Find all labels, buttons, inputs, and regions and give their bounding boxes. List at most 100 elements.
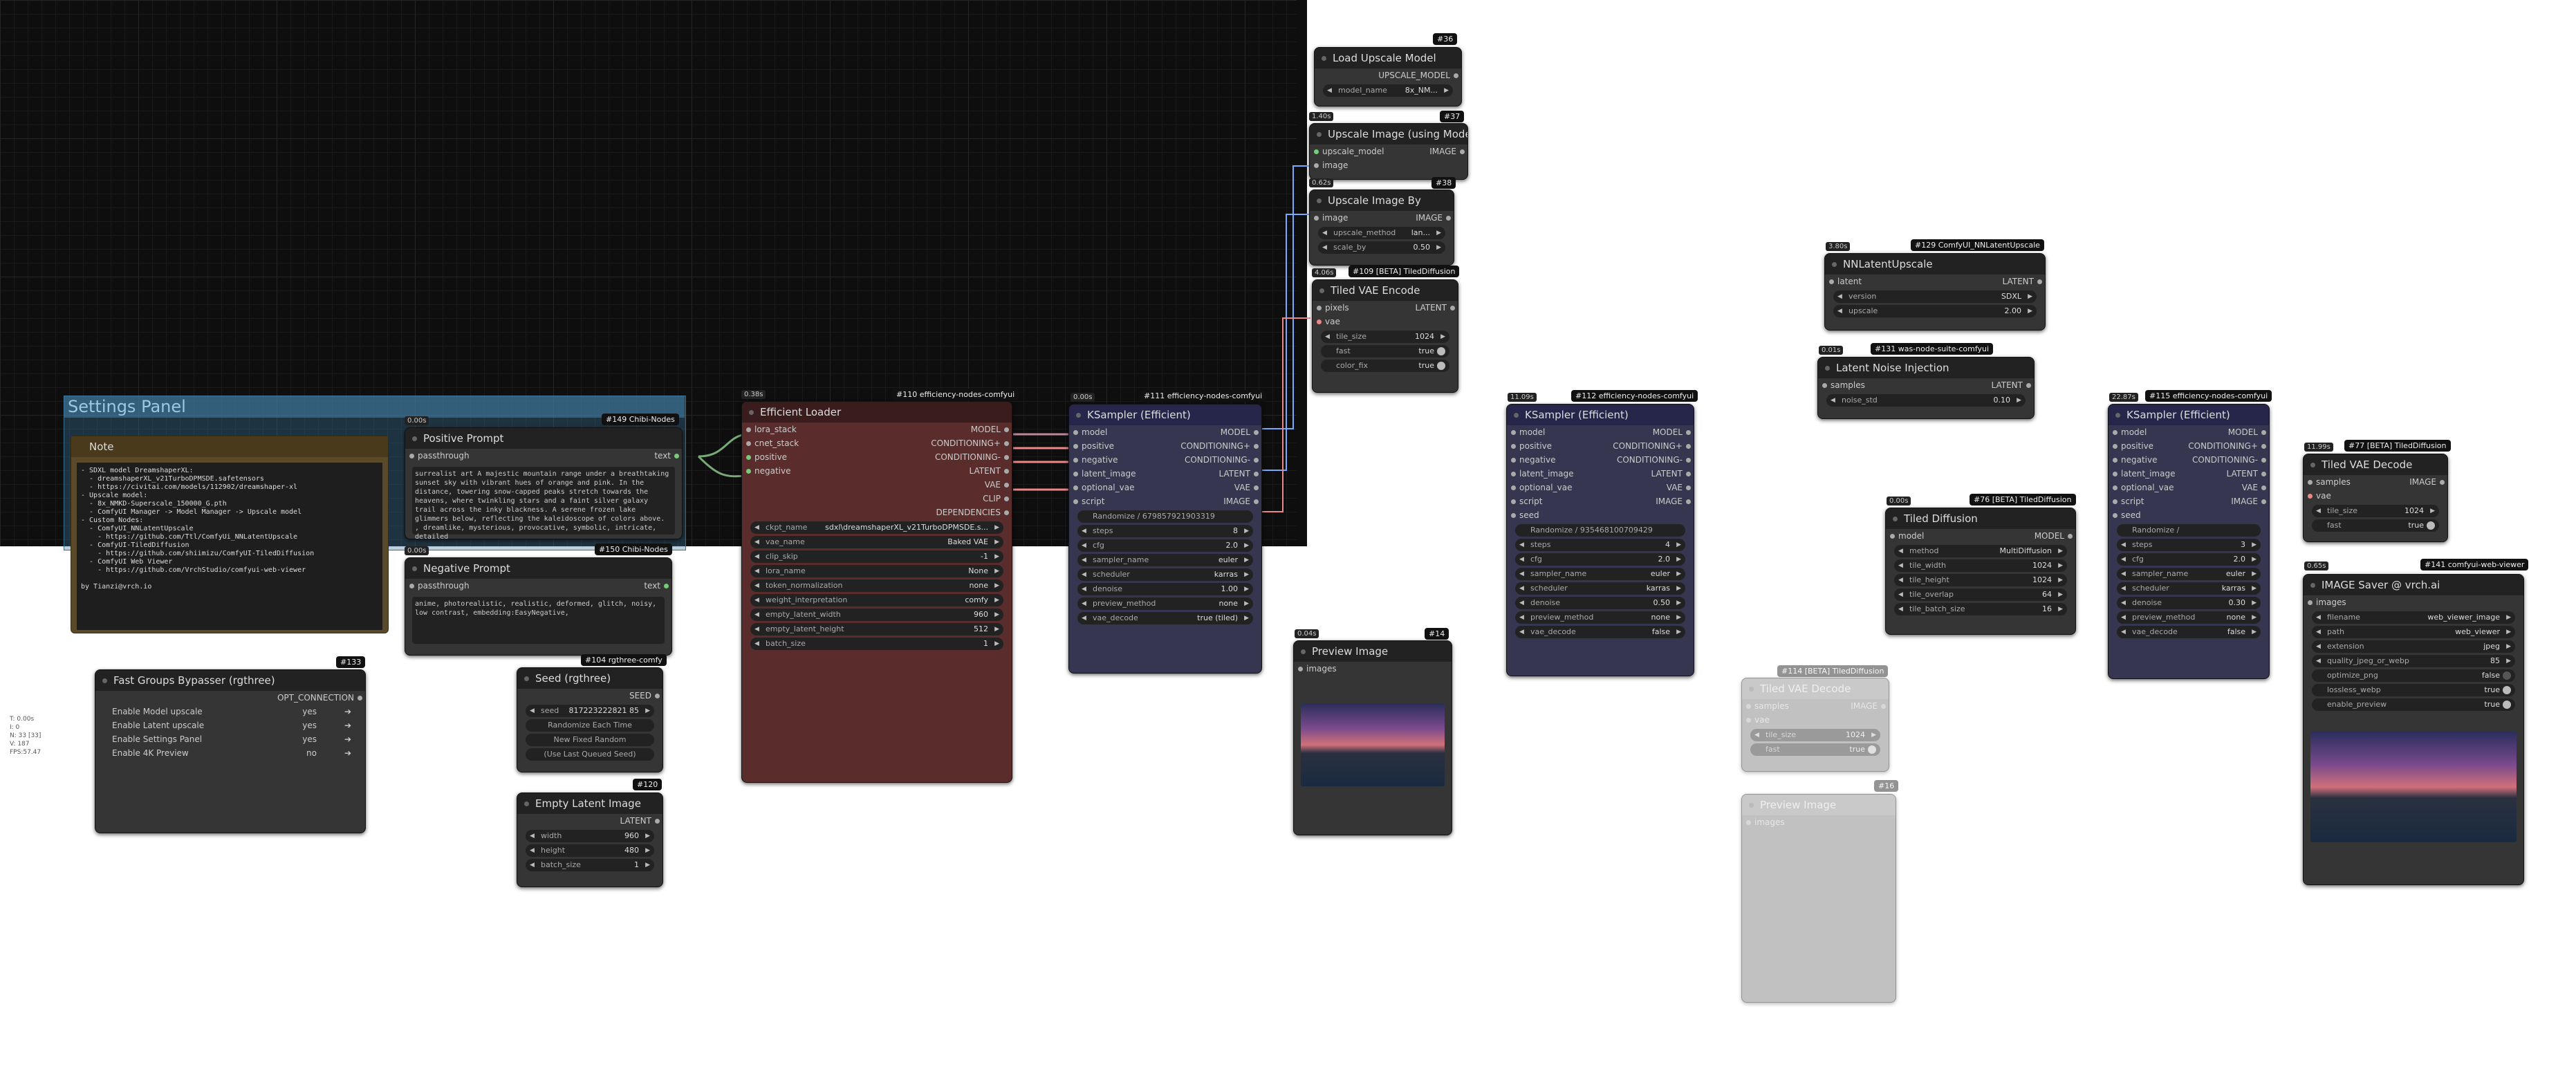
tiled-vae-decode-node[interactable]: Tiled VAE Decode samplesIMAGE vae tile_s… <box>2303 454 2448 542</box>
use-last-seed-button[interactable]: (Use Last Queued Seed) <box>526 748 654 761</box>
upscale-model-name[interactable]: model_name8x_NM... <box>1323 84 1453 97</box>
ks2-sampler[interactable]: sampler_nameeuler <box>1515 568 1685 580</box>
ks2-preview[interactable]: preview_methodnone <box>1515 611 1685 624</box>
ks3-denoise[interactable]: denoise0.30 <box>2117 597 2261 609</box>
scale-by[interactable]: scale_by0.50 <box>1318 241 1445 254</box>
latent-batch[interactable]: batch_size1 <box>526 859 654 871</box>
clip-skip[interactable]: clip_skip-1 <box>750 550 1003 563</box>
latent-noise-injection-node[interactable]: Latent Noise Injection samplesLATENT noi… <box>1817 357 2035 419</box>
randomize-each-button[interactable]: Randomize Each Time <box>526 719 654 732</box>
seed-out[interactable]: SEED <box>629 689 651 703</box>
noise-std[interactable]: noise_std0.10 <box>1826 394 2026 407</box>
ghost-fast[interactable]: fast true <box>1750 743 1880 756</box>
tvae-tile-size[interactable]: tile_size1024 <box>1321 331 1449 343</box>
ks2-scheduler[interactable]: schedulerkarras <box>1515 582 1685 595</box>
bypassed-tiled-vae-decode-node[interactable]: Tiled VAE Decode samplesIMAGE vae tile_s… <box>1741 678 1889 772</box>
tvae-color-fix[interactable]: color_fix true <box>1321 360 1449 372</box>
ks3-cfg[interactable]: cfg2.0 <box>2117 553 2261 566</box>
efficient-loader-node[interactable]: Efficient Loader lora_stack MODEL cnet_st… <box>741 401 1012 783</box>
ks3-sampler[interactable]: sampler_nameeuler <box>2117 568 2261 580</box>
bypassed-preview-image-node[interactable]: Preview Image images <box>1741 794 1896 1003</box>
bypass-row-latent[interactable]: Enable Latent upscale yes ➔ <box>95 718 365 732</box>
ksampler-3-node[interactable]: KSampler (Efficient) model MODEL positive… <box>2108 404 2270 679</box>
ckpt-name[interactable]: ckpt_namesdxl\dreamshaperXL_v21TurboDPMS… <box>750 521 1003 534</box>
upscale-image-by-node[interactable]: Upscale Image By imageIMAGE upscale_meth… <box>1309 189 1454 266</box>
bypasser-out[interactable]: OPT_CONNECTION <box>277 691 354 705</box>
positive-text[interactable]: surrealist art A majestic mountain range… <box>412 467 675 539</box>
latent-height[interactable]: height480 <box>526 844 654 857</box>
ghost-tile-size[interactable]: tile_size1024 <box>1750 729 1880 741</box>
ks3-preview[interactable]: preview_methodnone <box>2117 611 2261 624</box>
bypass-row-model[interactable]: Enable Model upscale yes ➔ <box>95 705 365 718</box>
ks3-scheduler[interactable]: schedulerkarras <box>2117 582 2261 595</box>
ks2-seed[interactable]: Randomize / 935468100709429 <box>1515 524 1685 537</box>
load-upscale-node[interactable]: Load Upscale Model UPSCALE_MODEL model_n… <box>1314 47 1462 106</box>
nnl-version[interactable]: versionSDXL <box>1833 290 2037 303</box>
ks1-sampler[interactable]: sampler_nameeuler <box>1077 554 1253 566</box>
negative-text[interactable]: anime, photorealistic, realistic, deform… <box>412 597 665 644</box>
saver-lossless[interactable]: lossless_webp true <box>2312 684 2515 696</box>
seed-widget[interactable]: seed817223222821 85 <box>526 705 654 717</box>
upscale-image-model-node[interactable]: Upscale Image (using Model) upscale_mode… <box>1309 123 1468 180</box>
tvd-fast[interactable]: fast true <box>2312 519 2439 532</box>
vae-name[interactable]: vae_nameBaked VAE <box>750 536 1003 548</box>
latent-width[interactable]: width960 <box>526 830 654 842</box>
upscale-method[interactable]: upscale_methodlan... <box>1318 227 1445 239</box>
tiled-diffusion-node[interactable]: Tiled Diffusion modelMODEL methodMultiDi… <box>1885 508 2076 635</box>
settings-panel-title[interactable]: Settings Panel <box>64 396 685 418</box>
empty-latent-height[interactable]: empty_latent_height512 <box>750 623 1003 636</box>
ks1-seed[interactable]: Randomize / 679857921903319 <box>1077 510 1253 523</box>
tdiff-batch[interactable]: tile_batch_size16 <box>1894 603 2067 615</box>
ksampler-1-node[interactable]: KSampler (Efficient) model MODEL positive… <box>1068 404 1262 674</box>
negative-in[interactable]: passthrough <box>418 579 470 593</box>
saver-optimize[interactable]: optimize_png false <box>2312 669 2515 682</box>
ks1-scheduler[interactable]: schedulerkarras <box>1077 568 1253 581</box>
ks3-steps[interactable]: steps3 <box>2117 539 2261 551</box>
tdiff-tile-overlap[interactable]: tile_overlap64 <box>1894 588 2067 601</box>
saver-filename[interactable]: filenameweb_viewer_image <box>2312 611 2515 624</box>
latent-out[interactable]: LATENT <box>620 814 651 828</box>
ks1-cfg[interactable]: cfg2.0 <box>1077 539 1253 552</box>
ks2-vae-decode[interactable]: vae_decodefalse <box>1515 626 1685 638</box>
tdiff-tile-width[interactable]: tile_width1024 <box>1894 559 2067 572</box>
tdiff-method[interactable]: methodMultiDiffusion <box>1894 545 2067 557</box>
note-node[interactable]: Note - SDXL model DreamshaperXL: - dream… <box>71 436 389 633</box>
saver-extension[interactable]: extensionjpeg <box>2312 640 2515 653</box>
bypasser-node[interactable]: Fast Groups Bypasser (rgthree) OPT_CONNE… <box>95 669 366 833</box>
bypass-row-settings[interactable]: Enable Settings Panel yes ➔ <box>95 732 365 746</box>
preview-image-14-node[interactable]: Preview Image images <box>1293 640 1452 835</box>
empty-latent-node[interactable]: Empty Latent Image LATENT width960 heigh… <box>517 792 663 887</box>
image-saver-node[interactable]: IMAGE Saver @ vrch.ai images filenameweb… <box>2303 574 2524 885</box>
ks2-steps[interactable]: steps4 <box>1515 539 1685 551</box>
seed-node[interactable]: Seed (rgthree) SEED seed817223222821 85 … <box>517 667 663 772</box>
saver-quality[interactable]: quality_jpeg_or_webp85 <box>2312 655 2515 667</box>
ks2-cfg[interactable]: cfg2.0 <box>1515 553 1685 566</box>
nnl-upscale[interactable]: upscale2.00 <box>1833 305 2037 317</box>
negative-out[interactable]: text <box>644 579 660 593</box>
bypass-row-4k[interactable]: Enable 4K Preview no ➔ <box>95 746 365 760</box>
tiled-vae-encode-node[interactable]: Tiled VAE Encode pixelsLATENT vae tile_s… <box>1312 279 1458 393</box>
ks1-denoise[interactable]: denoise1.00 <box>1077 583 1253 595</box>
positive-out[interactable]: text <box>654 449 671 463</box>
saver-enable-preview[interactable]: enable_preview true <box>2312 698 2515 711</box>
ks3-vae-decode[interactable]: vae_decodefalse <box>2117 626 2261 638</box>
ks1-vae-decode[interactable]: vae_decodetrue (tiled) <box>1077 612 1253 624</box>
note-text[interactable]: - SDXL model DreamshaperXL: - dreamshape… <box>77 463 382 630</box>
positive-prompt-node[interactable]: Positive Prompt passthrough text surreali… <box>405 427 683 539</box>
empty-latent-width[interactable]: empty_latent_width960 <box>750 609 1003 621</box>
ks1-preview[interactable]: preview_methodnone <box>1077 597 1253 610</box>
positive-in[interactable]: passthrough <box>418 449 470 463</box>
ks3-seed[interactable]: Randomize / 564363240121126 <box>2117 524 2261 547</box>
saver-path[interactable]: pathweb_viewer <box>2312 626 2515 638</box>
loader-batch-size[interactable]: batch_size1 <box>750 638 1003 650</box>
nn-latent-upscale-node[interactable]: NNLatentUpscale latentLATENT versionSDXL… <box>1824 253 2046 331</box>
token-normalization[interactable]: token_normalizationnone <box>750 579 1003 592</box>
tvae-fast[interactable]: fast true <box>1321 345 1449 358</box>
ks1-steps[interactable]: steps8 <box>1077 525 1253 537</box>
new-fixed-random-button[interactable]: New Fixed Random <box>526 734 654 746</box>
negative-prompt-node[interactable]: Negative Prompt passthrough text anime, p… <box>405 557 672 656</box>
tvd-tile-size[interactable]: tile_size1024 <box>2312 505 2439 517</box>
tdiff-tile-height[interactable]: tile_height1024 <box>1894 574 2067 586</box>
weight-interpretation[interactable]: weight_interpretationcomfy <box>750 594 1003 606</box>
ksampler-2-node[interactable]: KSampler (Efficient) model MODEL positive… <box>1506 404 1694 676</box>
